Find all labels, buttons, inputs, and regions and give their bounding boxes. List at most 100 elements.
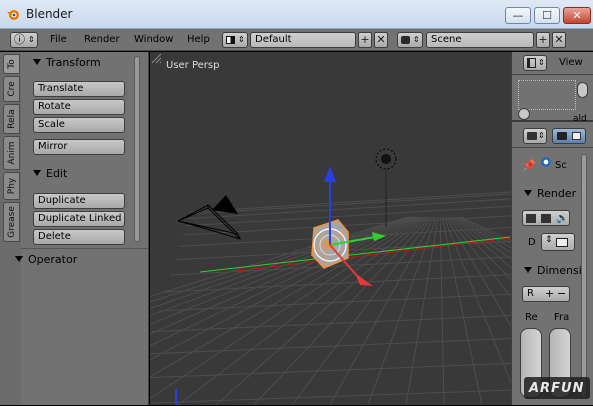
properties-icon <box>527 132 537 140</box>
z-arrow-icon <box>324 166 336 182</box>
info-header: ⓘ ⇕ File Render Window Help ⇕ Default + … <box>0 29 593 51</box>
close-icon: ✕ <box>572 9 582 22</box>
chevron-updown-icon: ⇕ <box>413 35 420 44</box>
plus-icon: + <box>360 33 370 46</box>
minimize-button[interactable]: — <box>505 7 531 24</box>
duplicate-button[interactable]: Duplicate <box>33 193 125 209</box>
screen-layout-field[interactable]: Default <box>250 32 356 48</box>
maximize-button[interactable]: ☐ <box>534 7 560 24</box>
grid-line <box>150 389 511 404</box>
disclosure-down-icon <box>524 267 532 273</box>
menu-file[interactable]: File <box>50 34 67 45</box>
3d-viewport[interactable]: User Persp <box>150 52 511 405</box>
maximize-icon: ☐ <box>542 9 552 22</box>
outliner-view-menu[interactable]: View <box>559 57 583 68</box>
blender-logo-icon <box>7 10 19 20</box>
close-button[interactable]: ✕ <box>563 7 591 24</box>
info-icon: ⓘ <box>14 33 25 46</box>
properties-scrollbar[interactable] <box>581 154 587 399</box>
x-icon: ✕ <box>554 33 564 46</box>
scene-field[interactable]: Scene <box>426 32 534 48</box>
grid-line <box>150 216 426 399</box>
disclosure-down-icon <box>15 256 23 262</box>
display-mode-selector[interactable]: ⇕ <box>541 233 575 251</box>
duplicate-linked-button[interactable]: Duplicate Linked <box>33 211 125 227</box>
outliner-slider-handle[interactable] <box>518 108 530 120</box>
tab-relations[interactable]: Rela <box>3 104 20 134</box>
outliner-editor-type-button[interactable]: ⇕ <box>523 55 547 71</box>
add-scene-button[interactable]: + <box>536 32 550 48</box>
minus-icon: − <box>557 287 567 300</box>
mirror-button[interactable]: Mirror <box>33 139 125 155</box>
viewport-canvas[interactable] <box>150 52 511 405</box>
chevron-updown-icon: ⇕ <box>28 35 35 44</box>
scene-selector[interactable]: ⇕ <box>397 32 423 48</box>
add-layout-button[interactable]: + <box>358 32 372 48</box>
render-presets-selector[interactable]: R + − <box>522 286 570 302</box>
pin-icon[interactable]: 📌 <box>522 159 536 172</box>
layout-grid-icon <box>226 36 235 44</box>
operator-panel-header[interactable]: Operator <box>15 253 77 266</box>
menu-render[interactable]: Render <box>84 34 120 45</box>
grid-line <box>152 314 511 333</box>
watermark-logo: ARFUN <box>523 371 591 403</box>
render-audio-icon: 🔊 <box>556 213 569 224</box>
window-titlebar: Blender — ☐ ✕ <box>0 0 593 29</box>
render-context-button[interactable] <box>552 128 586 144</box>
grid-line <box>150 216 422 361</box>
outliner-list-area[interactable] <box>518 80 576 110</box>
properties-editor-type-button[interactable]: ⇕ <box>523 128 547 144</box>
minimize-icon: — <box>512 9 524 22</box>
outliner-scroll-up[interactable] <box>577 82 588 98</box>
image-icon <box>572 132 581 140</box>
plus-icon: + <box>545 287 555 300</box>
grid-line <box>150 216 418 335</box>
remove-scene-button[interactable]: ✕ <box>552 32 566 48</box>
disclosure-down-icon <box>33 59 41 65</box>
render-panel-header[interactable]: Render <box>524 187 576 200</box>
menu-window[interactable]: Window <box>134 34 173 45</box>
chevron-updown-icon: ⇕ <box>238 35 245 44</box>
properties-scene-label: Sc <box>555 160 567 171</box>
window-icon <box>556 238 568 247</box>
edit-panel-header[interactable]: Edit <box>33 167 67 180</box>
plus-icon: + <box>538 33 548 46</box>
grid-line <box>367 216 437 405</box>
area-split-widget-icon[interactable] <box>150 52 162 64</box>
remove-layout-button[interactable]: ✕ <box>374 32 388 48</box>
scale-button[interactable]: Scale <box>33 117 125 133</box>
tab-create[interactable]: Cre <box>3 76 20 102</box>
rotate-button[interactable]: Rotate <box>33 99 125 115</box>
render-image-icon <box>526 214 536 223</box>
render-buttons-row[interactable]: 🔊 <box>522 210 570 226</box>
scene-data-icon <box>541 157 551 167</box>
transform-panel-header[interactable]: Transform <box>33 56 101 69</box>
toolshelf-tabs: To Cre Rela Anim Phy Grease <box>0 52 21 405</box>
render-animation-icon <box>541 214 551 223</box>
dimensions-panel-header[interactable]: Dimensi <box>524 264 582 277</box>
display-label: D <box>528 237 536 248</box>
translate-button[interactable]: Translate <box>33 81 125 97</box>
disclosure-down-icon <box>524 190 532 196</box>
screen-layout-selector[interactable]: ⇕ <box>222 32 248 48</box>
editor-type-button[interactable]: ⓘ ⇕ <box>10 32 38 48</box>
tab-physics[interactable]: Phy <box>3 172 20 200</box>
delete-button[interactable]: Delete <box>33 229 125 245</box>
outliner-icon <box>527 58 536 68</box>
resolution-label: Re <box>525 312 538 323</box>
tab-tools[interactable]: To <box>3 54 20 74</box>
grid-line <box>164 274 511 293</box>
camera-up-triangle <box>212 195 238 214</box>
toolshelf-scrollbar[interactable] <box>134 56 140 242</box>
menu-help[interactable]: Help <box>187 34 210 45</box>
preset-label: R <box>527 288 534 299</box>
tab-grease-pencil[interactable]: Grease <box>3 202 20 242</box>
lamp-object[interactable] <box>375 148 397 227</box>
scene-icon <box>401 36 410 44</box>
x-icon: ✕ <box>376 33 386 46</box>
tab-animation[interactable]: Anim <box>3 136 20 170</box>
camera-icon <box>557 132 567 140</box>
viewport-view-label: User Persp <box>166 60 220 71</box>
panel-divider <box>21 248 148 249</box>
chevron-updown-icon: ⇕ <box>538 58 545 67</box>
